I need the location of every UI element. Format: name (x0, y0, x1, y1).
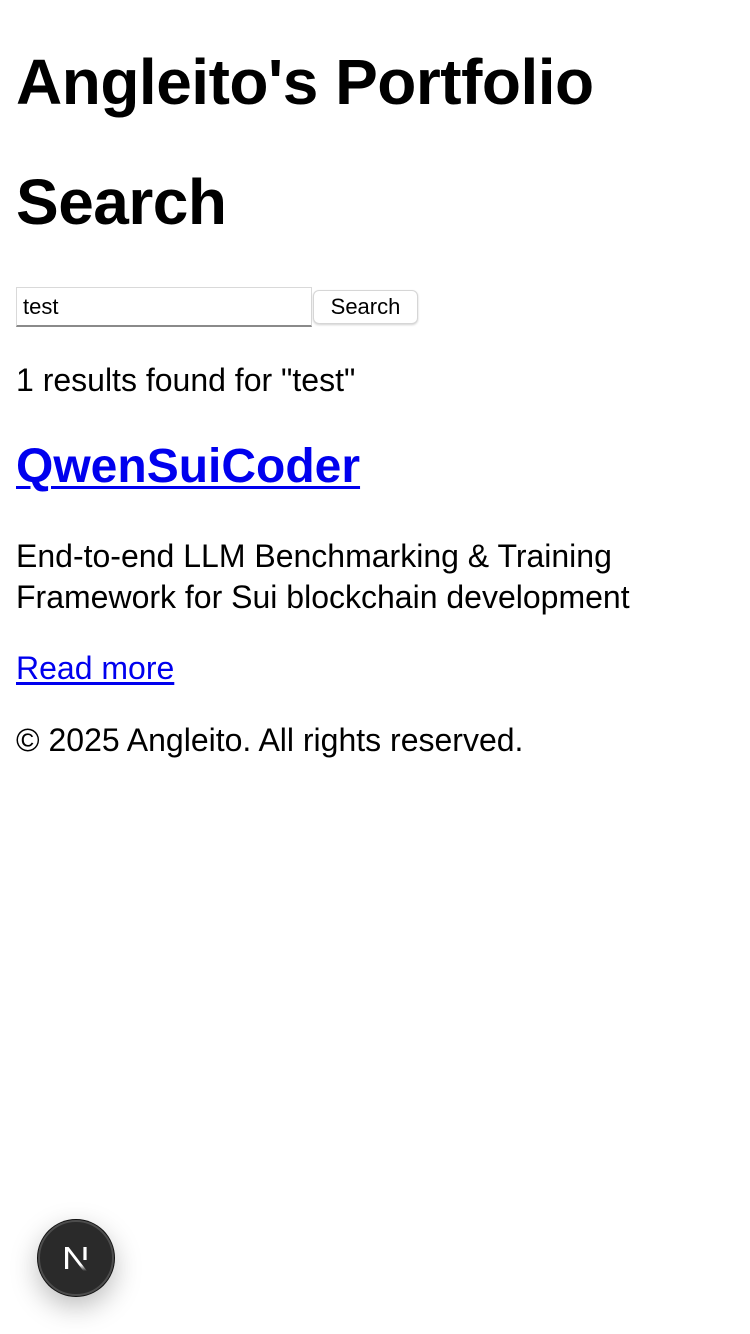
result-description: End-to-end LLM Benchmarking & Training F… (16, 538, 630, 615)
footer-copyright: © 2025 Angleito. All rights reserved. (16, 722, 524, 758)
page-title: Search (16, 166, 227, 238)
site-title: Angleito's Portfolio (16, 46, 594, 118)
nextjs-logo-icon (65, 1247, 87, 1271)
results-summary: 1 results found for "test" (16, 362, 356, 398)
search-input[interactable] (16, 287, 312, 327)
result-title: QwenSuiCoder (16, 436, 360, 498)
search-form: Search (16, 287, 418, 327)
search-button[interactable]: Search (313, 290, 418, 324)
read-more-link[interactable]: Read more (16, 650, 174, 686)
result-title-link[interactable]: QwenSuiCoder (16, 440, 360, 493)
nextjs-dev-indicator-button[interactable] (38, 1220, 114, 1296)
read-more: Read more (16, 646, 174, 690)
